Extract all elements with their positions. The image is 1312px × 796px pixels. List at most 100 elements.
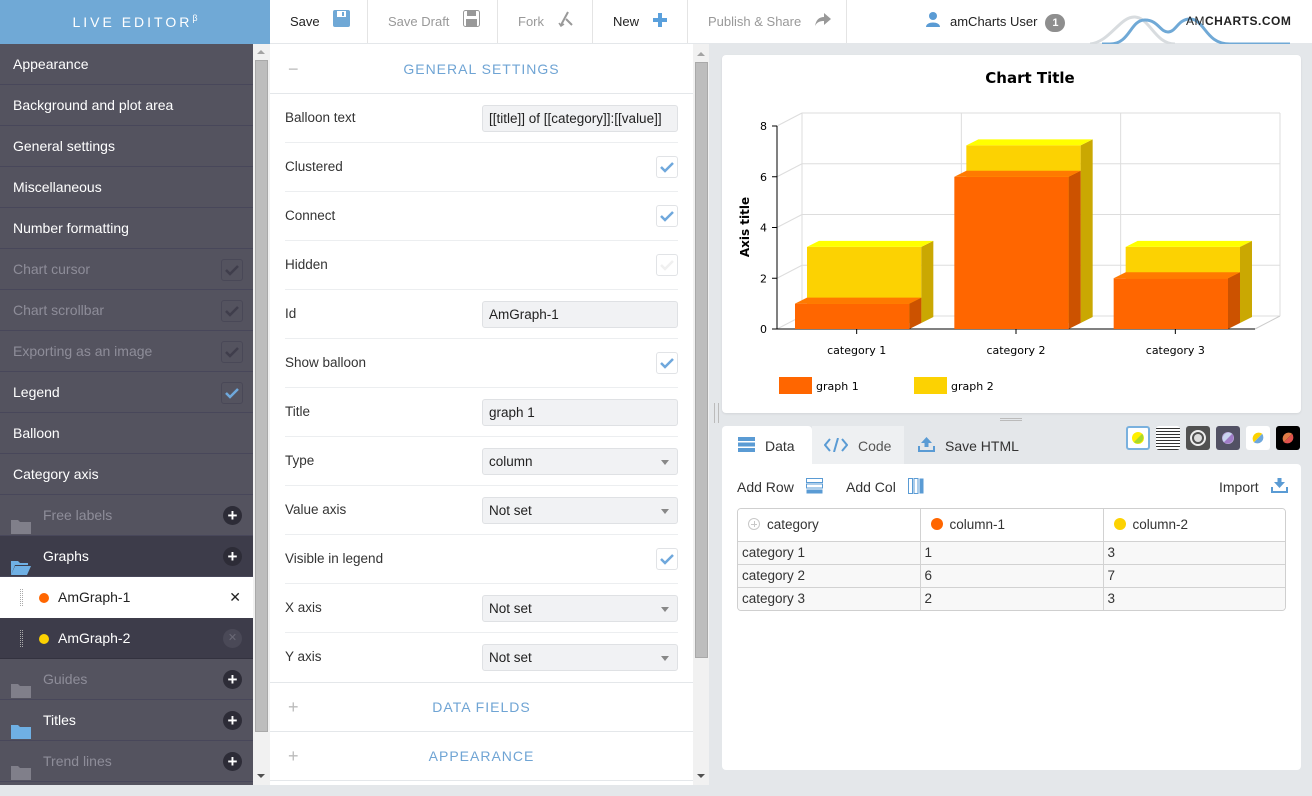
sidebar-item-checkbox[interactable] xyxy=(221,382,243,404)
add-col-button[interactable]: Add Col xyxy=(846,477,925,499)
drag-handle-icon[interactable] xyxy=(20,589,23,606)
graph-list-item[interactable]: AmGraph-2 ✕ xyxy=(0,618,253,659)
table-cell[interactable]: 3 xyxy=(1103,587,1285,610)
checkbox[interactable] xyxy=(656,548,678,570)
sidebar-item[interactable]: Category axis xyxy=(0,454,253,495)
bar-graph-1-front xyxy=(795,303,910,329)
publish-share-button[interactable]: Publish & Share xyxy=(688,0,847,43)
graph-list-item[interactable]: AmGraph-1 ✕ xyxy=(0,577,253,618)
sidebar-item[interactable]: Legend xyxy=(0,372,253,413)
sidebar-folder[interactable]: Free labels + xyxy=(0,495,253,536)
table-cell[interactable]: 3 xyxy=(1103,541,1285,565)
theme-light-button[interactable] xyxy=(1126,426,1150,450)
sidebar-item[interactable]: General settings xyxy=(0,126,253,167)
tab-label: Save HTML xyxy=(945,438,1019,454)
notification-badge[interactable]: 1 xyxy=(1045,13,1066,32)
dropdown-select[interactable]: column xyxy=(482,448,678,475)
data-fields-header[interactable]: + DATA FIELDS xyxy=(270,683,693,732)
settings-scroll-thumb[interactable] xyxy=(695,62,708,658)
checkbox[interactable] xyxy=(656,254,678,276)
appearance-header[interactable]: + APPEARANCE xyxy=(270,732,693,781)
theme-black-button[interactable] xyxy=(1276,426,1300,450)
sidebar-scroll-thumb[interactable] xyxy=(255,60,268,732)
scroll-down-arrow[interactable] xyxy=(257,774,265,778)
settings-scrollbar[interactable] xyxy=(693,44,709,785)
theme-chalk-button[interactable] xyxy=(1186,426,1210,450)
vertical-resize-handle[interactable] xyxy=(714,403,719,423)
add-icon[interactable]: + xyxy=(223,506,242,525)
setting-label: Type xyxy=(285,453,315,468)
import-button[interactable]: Import xyxy=(1219,477,1288,498)
upload-icon xyxy=(918,427,935,467)
amcharts-brand-link[interactable]: AMCHARTS.COM xyxy=(1186,14,1291,28)
user-menu[interactable]: amCharts User 1 xyxy=(926,0,1066,43)
add-column-icon[interactable] xyxy=(748,518,760,531)
table-cell[interactable]: category 1 xyxy=(738,541,921,565)
text-input[interactable]: graph 1 xyxy=(482,399,678,426)
sidebar-item-checkbox[interactable] xyxy=(221,259,243,281)
add-icon[interactable]: + xyxy=(223,711,242,730)
theme-default-button[interactable] xyxy=(1246,426,1270,450)
grid-line-diagonal xyxy=(776,214,803,228)
sidebar-folder[interactable]: Titles + xyxy=(0,700,253,741)
y-tick-label: 2 xyxy=(760,272,767,285)
sidebar-item-checkbox[interactable] xyxy=(221,300,243,322)
tab-code[interactable]: Code xyxy=(812,426,904,464)
collapse-icon[interactable]: − xyxy=(288,44,300,94)
expand-icon[interactable]: + xyxy=(288,732,300,781)
expand-icon[interactable]: + xyxy=(288,683,300,732)
save-button[interactable]: Save xyxy=(270,0,368,43)
column-header[interactable]: column-1 xyxy=(920,509,1104,542)
dropdown-select[interactable]: Not set xyxy=(482,595,678,622)
sidebar-item[interactable]: Exporting as an image xyxy=(0,331,253,372)
theme-patterns-button[interactable] xyxy=(1156,426,1180,450)
table-cell[interactable]: category 3 xyxy=(738,587,921,610)
table-cell[interactable]: 1 xyxy=(920,541,1104,565)
horizontal-resize-handle[interactable] xyxy=(1000,418,1022,421)
sidebar-item[interactable]: Number formatting xyxy=(0,208,253,249)
scroll-up-arrow[interactable] xyxy=(257,50,265,54)
text-input[interactable]: AmGraph-1 xyxy=(482,301,678,328)
general-settings-header[interactable]: − GENERAL SETTINGS xyxy=(270,44,693,94)
legend-label: graph 2 xyxy=(951,380,994,393)
remove-icon[interactable]: ✕ xyxy=(223,629,242,648)
add-icon[interactable]: + xyxy=(223,670,242,689)
save-html-button[interactable]: Save HTML xyxy=(904,426,1034,464)
column-header[interactable]: column-2 xyxy=(1103,509,1285,542)
sidebar-folder[interactable]: Trend lines + xyxy=(0,741,253,782)
drag-handle-icon[interactable] xyxy=(20,630,23,647)
table-cell[interactable]: 6 xyxy=(920,564,1104,588)
checkbox[interactable] xyxy=(656,352,678,374)
checkbox[interactable] xyxy=(656,156,678,178)
sidebar-item[interactable]: Background and plot area xyxy=(0,85,253,126)
dropdown-select[interactable]: Not set xyxy=(482,644,678,671)
sidebar-item[interactable]: Chart scrollbar xyxy=(0,290,253,331)
new-button[interactable]: New xyxy=(593,0,688,43)
add-icon[interactable]: + xyxy=(223,547,242,566)
sidebar-scrollbar[interactable] xyxy=(253,44,270,785)
column-header[interactable]: category xyxy=(738,509,921,542)
text-input[interactable]: [[title]] of [[category]]:[[value]] xyxy=(482,105,678,132)
sidebar-item[interactable]: Appearance xyxy=(0,44,253,85)
theme-dark-button[interactable] xyxy=(1216,426,1240,450)
scroll-down-arrow[interactable] xyxy=(697,774,705,778)
table-cell[interactable]: 2 xyxy=(920,587,1104,610)
sidebar-item[interactable]: Chart cursor xyxy=(0,249,253,290)
add-icon[interactable]: + xyxy=(223,752,242,771)
sidebar-folder[interactable]: Guides + xyxy=(0,659,253,700)
add-row-button[interactable]: Add Row xyxy=(737,477,823,499)
checkbox[interactable] xyxy=(656,205,678,227)
sidebar-folder[interactable]: Graphs + xyxy=(0,536,253,577)
fork-button[interactable]: Fork xyxy=(498,0,593,43)
save-draft-button[interactable]: Save Draft xyxy=(368,0,498,43)
table-cell[interactable]: category 2 xyxy=(738,564,921,588)
scroll-up-arrow[interactable] xyxy=(697,52,705,56)
tab-data[interactable]: Data xyxy=(722,426,812,464)
sidebar-item-checkbox[interactable] xyxy=(221,341,243,363)
table-cell[interactable]: 7 xyxy=(1103,564,1285,588)
dropdown-select[interactable]: Not set xyxy=(482,497,678,524)
floppy-icon xyxy=(333,1,351,44)
sidebar-item[interactable]: Balloon xyxy=(0,413,253,454)
sidebar-item[interactable]: Miscellaneous xyxy=(0,167,253,208)
remove-icon[interactable]: ✕ xyxy=(229,577,241,618)
